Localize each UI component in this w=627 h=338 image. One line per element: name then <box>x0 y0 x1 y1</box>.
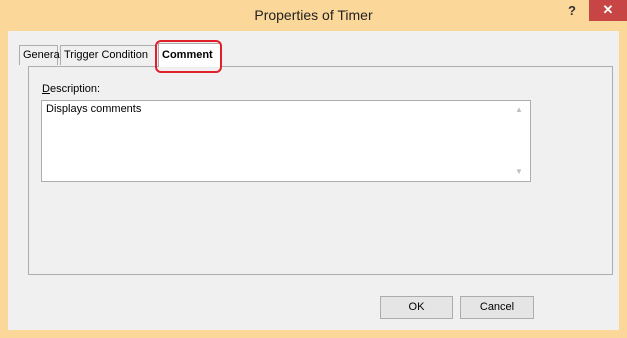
cancel-button[interactable]: Cancel <box>460 296 534 319</box>
tab-general[interactable]: General <box>19 45 62 65</box>
window-title: Properties of Timer <box>254 7 373 23</box>
scroll-down-arrow-icon[interactable]: ▼ <box>509 165 529 179</box>
dialog-client-area: General Trigger Condition Comment Descri… <box>8 31 619 330</box>
close-button[interactable]: ✕ <box>589 0 627 21</box>
description-label-accelerator: D <box>42 83 50 95</box>
ok-button[interactable]: OK <box>380 296 453 319</box>
comment-tab-panel: Description: Displays comments ▲ ▼ <box>28 66 613 275</box>
title-bar[interactable]: Properties of Timer ? ✕ <box>0 0 627 30</box>
help-button[interactable]: ? <box>565 3 579 19</box>
description-label-text: escription: <box>49 83 101 95</box>
close-icon: ✕ <box>602 2 614 17</box>
tab-comment[interactable]: Comment <box>158 43 221 67</box>
description-label: Description: <box>42 83 100 95</box>
scroll-up-arrow-icon[interactable]: ▲ <box>509 103 529 117</box>
dialog-window: Properties of Timer ? ✕ General Trigger … <box>0 0 627 338</box>
tab-trigger-condition[interactable]: Trigger Condition <box>60 45 157 65</box>
description-scrollbar[interactable]: ▲ ▼ <box>509 101 529 181</box>
description-textbox[interactable]: Displays comments <box>41 100 531 182</box>
